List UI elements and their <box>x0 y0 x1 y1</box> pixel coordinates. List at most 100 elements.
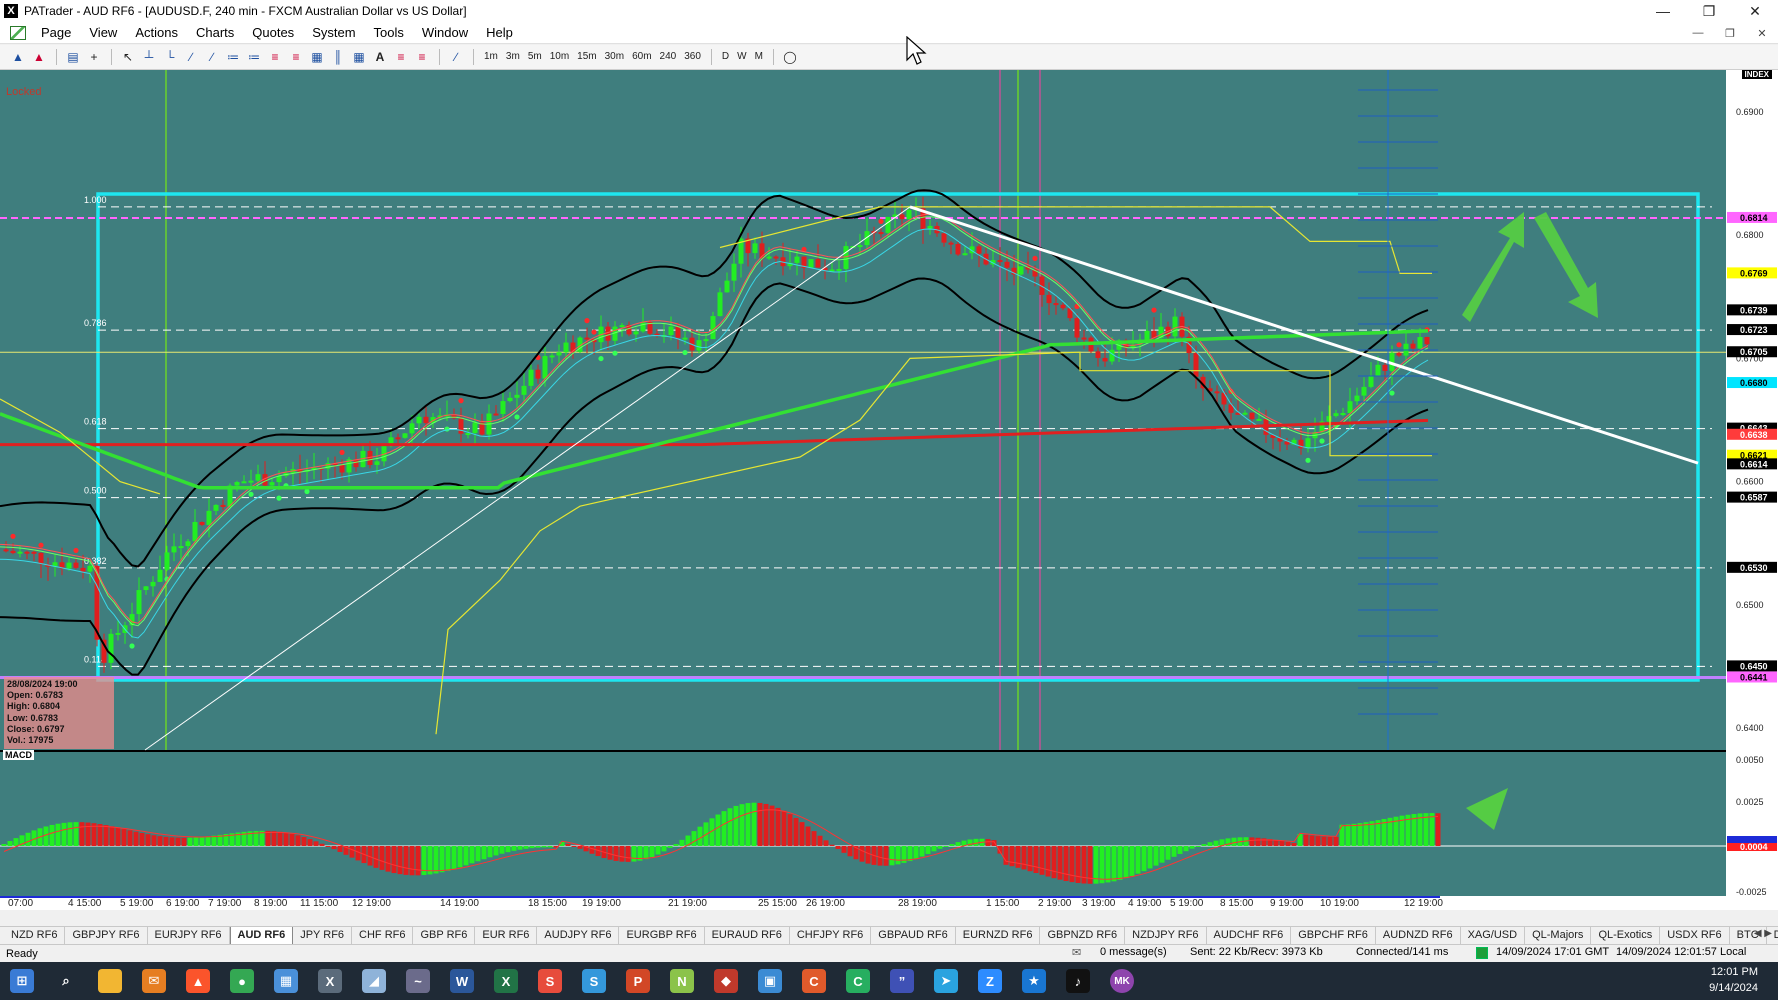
indicator-icon[interactable]: ∕ <box>446 48 466 66</box>
timeframe-60m[interactable]: 60m <box>628 48 655 66</box>
calculator-taskbar-button[interactable]: ▦ <box>264 962 308 1000</box>
powerpoint-taskbar-button[interactable]: P <box>616 962 660 1000</box>
price-chart[interactable]: 1.0000.7860.6180.5000.3820.1140.69000.68… <box>0 70 1778 910</box>
page-icon[interactable] <box>10 25 26 40</box>
zoom-out-icon[interactable]: ▲ <box>29 48 49 66</box>
zoom-taskbar-button[interactable]: Z <box>968 962 1012 1000</box>
favorites-taskbar-button[interactable]: ★ <box>1012 962 1056 1000</box>
tab-eurgbp-rf6[interactable]: EURGBP RF6 <box>619 927 705 944</box>
timeframe-360[interactable]: 360 <box>680 48 705 66</box>
tab-ql-exotics[interactable]: QL-Exotics <box>1591 927 1661 944</box>
app-c2-taskbar-button[interactable]: C <box>836 962 880 1000</box>
timeframe-240[interactable]: 240 <box>656 48 681 66</box>
timeframe-10m[interactable]: 10m <box>546 48 573 66</box>
restore-icon[interactable]: ❐ <box>1686 0 1732 22</box>
trading-app-taskbar-button[interactable]: X <box>308 962 352 1000</box>
tab-gbpjpy-rf6[interactable]: GBPJPY RF6 <box>65 927 148 944</box>
app-s2-taskbar-button[interactable]: S <box>572 962 616 1000</box>
file-explorer-taskbar-button[interactable] <box>88 962 132 1000</box>
tab-audjpy-rf6[interactable]: AUDJPY RF6 <box>537 927 620 944</box>
timeframe-1m[interactable]: 1m <box>480 48 502 66</box>
tab-eurjpy-rf6[interactable]: EURJPY RF6 <box>148 927 230 944</box>
app-c-taskbar-button[interactable]: C <box>792 962 836 1000</box>
chrome-taskbar-button[interactable]: ● <box>220 962 264 1000</box>
tab-nzd-rf6[interactable]: NZD RF6 <box>4 927 66 944</box>
fib-extension-icon[interactable]: ≡ <box>286 48 306 66</box>
mail-taskbar-button[interactable]: ✉ <box>132 962 176 1000</box>
app-blue-taskbar-button[interactable]: ▣ <box>748 962 792 1000</box>
patrader-taskbar-button[interactable]: ~ <box>396 962 440 1000</box>
word-taskbar-button[interactable]: W <box>440 962 484 1000</box>
fib-retracement-icon[interactable]: ≡ <box>265 48 285 66</box>
tab-audnzd-rf6[interactable]: AUDNZD RF6 <box>1376 927 1461 944</box>
tab-gbpchf-rf6[interactable]: GBPCHF RF6 <box>1291 927 1376 944</box>
speed-lines-icon[interactable]: ≡ <box>412 48 432 66</box>
tab-chfjpy-rf6[interactable]: CHFJPY RF6 <box>790 927 872 944</box>
minimize-icon[interactable]: — <box>1640 0 1686 22</box>
pointer-icon[interactable]: ↖ <box>118 48 138 66</box>
tab-eur-rf6[interactable]: EUR RF6 <box>475 927 538 944</box>
child-minimize-icon[interactable]: — <box>1684 24 1712 42</box>
horizontal-line-icon[interactable]: ┴ <box>139 48 159 66</box>
fib-arc-icon[interactable]: ≔ <box>244 48 264 66</box>
period-monthly[interactable]: M <box>751 48 767 66</box>
tab-euraud-rf6[interactable]: EURAUD RF6 <box>705 927 790 944</box>
tab-gbpaud-rf6[interactable]: GBPAUD RF6 <box>871 927 956 944</box>
text-tool-icon[interactable]: A <box>370 48 390 66</box>
menu-window[interactable]: Window <box>413 22 477 44</box>
crosshair-icon[interactable]: + <box>84 48 104 66</box>
brave-browser-taskbar-button[interactable]: ▲ <box>176 962 220 1000</box>
tab-gbpnzd-rf6[interactable]: GBPNZD RF6 <box>1040 927 1126 944</box>
excel-taskbar-button[interactable]: X <box>484 962 528 1000</box>
gann-icon[interactable]: ▦ <box>307 48 327 66</box>
tab-jpy-rf6[interactable]: JPY RF6 <box>293 927 353 944</box>
channel-icon[interactable]: ∕ <box>202 48 222 66</box>
tab-aud-rf6[interactable]: AUD RF6 <box>229 927 294 944</box>
child-restore-icon[interactable]: ❐ <box>1716 24 1744 42</box>
period-weekly[interactable]: W <box>733 48 750 66</box>
menu-page[interactable]: Page <box>32 22 80 44</box>
telegram-taskbar-button[interactable]: ➤ <box>924 962 968 1000</box>
timeframe-5m[interactable]: 5m <box>524 48 546 66</box>
app-red-taskbar-button[interactable]: ◆ <box>704 962 748 1000</box>
clock-icon[interactable]: ◯ <box>780 48 800 66</box>
tab-nzdjpy-rf6[interactable]: NZDJPY RF6 <box>1125 927 1207 944</box>
menu-quotes[interactable]: Quotes <box>243 22 303 44</box>
tab-audchf-rf6[interactable]: AUDCHF RF6 <box>1207 927 1292 944</box>
box-icon[interactable]: ▦ <box>349 48 369 66</box>
notes-taskbar-button[interactable]: ◢ <box>352 962 396 1000</box>
tab-usdx-rf6[interactable]: USDX RF6 <box>1660 927 1730 944</box>
child-close-icon[interactable]: ✕ <box>1748 24 1776 42</box>
avatar-taskbar-button[interactable]: MK <box>1100 962 1144 1000</box>
menu-help[interactable]: Help <box>477 22 522 44</box>
tab-xag-usd[interactable]: XAG/USD <box>1461 927 1526 944</box>
timeframe-15m[interactable]: 15m <box>573 48 600 66</box>
fib-fan-icon[interactable]: ≔ <box>223 48 243 66</box>
period-daily[interactable]: D <box>718 48 733 66</box>
tab-gbp-rf6[interactable]: GBP RF6 <box>413 927 476 944</box>
menu-actions[interactable]: Actions <box>126 22 187 44</box>
search-taskbar-button[interactable]: ⌕ <box>44 962 88 1000</box>
windows-start-taskbar-button[interactable]: ⊞ <box>0 962 44 1000</box>
ninja-taskbar-button[interactable]: N <box>660 962 704 1000</box>
menu-view[interactable]: View <box>80 22 126 44</box>
zoom-in-icon[interactable]: ▲ <box>8 48 28 66</box>
close-icon[interactable]: ✕ <box>1732 0 1778 22</box>
menu-system[interactable]: System <box>303 22 364 44</box>
menu-tools[interactable]: Tools <box>365 22 413 44</box>
pitchfork-icon[interactable]: ≡ <box>391 48 411 66</box>
timeframe-3m[interactable]: 3m <box>502 48 524 66</box>
chart-type-icon[interactable]: ▤ <box>63 48 83 66</box>
chart-area[interactable]: 1.000 0.786 0.618 0.500 0.382 0.114 0.6900 0.68… <box>0 70 1778 910</box>
cycle-lines-icon[interactable]: ║ <box>328 48 348 66</box>
tab-chf-rf6[interactable]: CHF RF6 <box>352 927 414 944</box>
tab-scroll-icon[interactable]: ◀ ▶ <box>1754 928 1772 939</box>
app-quote-taskbar-button[interactable]: ” <box>880 962 924 1000</box>
menu-charts[interactable]: Charts <box>187 22 243 44</box>
timeframe-30m[interactable]: 30m <box>601 48 628 66</box>
trendline-icon[interactable]: ∕ <box>181 48 201 66</box>
tab-eurnzd-rf6[interactable]: EURNZD RF6 <box>956 927 1041 944</box>
vertical-line-icon[interactable]: └ <box>160 48 180 66</box>
tab-ql-majors[interactable]: QL-Majors <box>1525 927 1592 944</box>
tiktok-taskbar-button[interactable]: ♪ <box>1056 962 1100 1000</box>
